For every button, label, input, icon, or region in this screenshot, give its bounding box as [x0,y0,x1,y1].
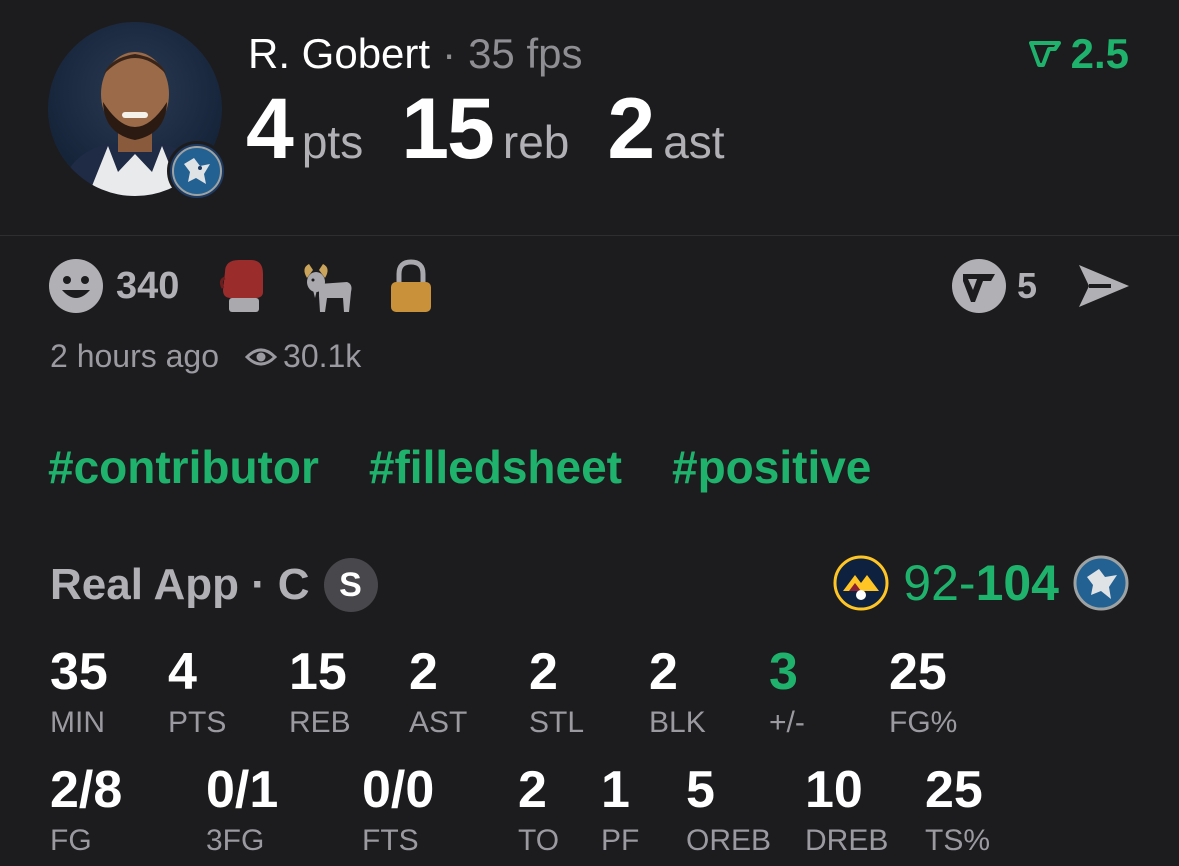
stat-pf: 1 PF [601,764,639,858]
stat-value: 2 [649,643,678,701]
stat-value: 35 [50,643,108,701]
stat-fg: 2/8 FG [50,764,122,858]
stat-fts: 0/0 FTS [362,764,434,858]
game-score[interactable]: 92-104 [833,554,1129,612]
timberwolves-logo-icon [1073,555,1129,611]
post-meta: 2 hours ago 30.1k [50,338,361,375]
stat-to: 2 TO [518,764,559,858]
hashtag-filledsheet[interactable]: #filledsheet [369,440,622,494]
stat-label: FTS [362,824,419,857]
post-time: 2 hours ago [50,338,220,374]
stat-label: +/- [769,706,805,739]
stat-value: 4 [168,643,197,701]
headline-rebounds-unit: reb [502,116,570,168]
stat-label: REB [289,706,351,739]
stat-label: 3FG [206,824,265,857]
team-badge-icon [167,141,227,201]
stat-label: TS% [925,824,991,857]
stat-label: TO [518,824,560,857]
stat-label: STL [529,706,585,739]
stat-value: 1 [601,761,630,819]
repost-icon[interactable] [951,258,1007,314]
hashtag-positive[interactable]: #positive [672,440,871,494]
headline-stats: 4 pts 15 reb 2 ast [246,86,763,172]
game-source: Real App · C S [50,558,378,612]
goat-icon[interactable] [299,258,355,314]
stat-value: 2 [529,643,558,701]
headline-rebounds-value: 15 [401,81,495,177]
source-app: Real App [50,560,240,609]
lock-icon[interactable] [389,258,433,314]
away-score: 92- [903,555,976,611]
starter-badge: S [323,558,378,612]
rating-icon [1028,41,1061,67]
headline-points-value: 4 [246,81,294,177]
home-score: 104 [975,555,1059,611]
rating-value: 2.5 [1070,30,1129,77]
player-header: R. Gobert · 35 fps [248,30,583,78]
stat-label: PTS [168,706,227,739]
stat-value: 3 [769,643,798,701]
stat-value: 5 [686,761,715,819]
separator-dot: · [442,30,457,77]
stat-pts: 4 PTS [168,646,226,740]
stat-value: 25 [889,643,947,701]
stat-stl: 2 STL [529,646,584,740]
fantasy-points: 35 fps [468,30,583,77]
stat-label: FG% [889,706,958,739]
send-icon[interactable] [1077,261,1131,311]
headline-assists-value: 2 [607,81,655,177]
stat-fg-pct: 25 FG% [889,646,957,740]
stat-label: PF [601,824,640,857]
stat-label: DREB [805,824,889,857]
boxing-glove-icon[interactable] [219,258,265,314]
stat-label: BLK [649,706,706,739]
stat-value: 2 [409,643,438,701]
views: 30.1k [245,338,361,375]
nuggets-logo-icon [833,555,889,611]
stat-value: 10 [805,761,863,819]
hashtag-list: #contributor #filledsheet #positive [48,440,871,494]
share-bar: 5 [951,258,1131,314]
stat-value: 0/1 [206,761,279,819]
score-text: 92-104 [903,554,1059,612]
stat-label: AST [409,706,468,739]
player-name[interactable]: R. Gobert [248,30,430,77]
headline-points-unit: pts [301,116,364,168]
stat-value: 15 [289,643,347,701]
separator-dot: · [251,560,266,609]
stat-ts-pct: 25 TS% [925,764,990,858]
stat-value: 2 [518,761,547,819]
smiley-reaction-icon[interactable] [48,258,104,314]
stat-value: 2/8 [50,761,123,819]
view-count: 30.1k [283,338,362,374]
stat-dreb: 10 DREB [805,764,888,858]
stat-label: OREB [686,824,772,857]
stat-blk: 2 BLK [649,646,706,740]
repost-count: 5 [1016,265,1037,306]
stat-plus-minus: 3 +/- [769,646,805,740]
stat-label: FG [50,824,92,857]
stat-min: 35 MIN [50,646,108,740]
rating-badge[interactable]: 2.5 [1028,30,1129,78]
stat-reb: 15 REB [289,646,351,740]
divider [0,235,1179,236]
reactions-bar: 340 [48,258,467,314]
headline-assists-unit: ast [663,116,725,168]
eye-icon [245,348,278,365]
stat-value: 25 [925,761,983,819]
stat-3fg: 0/1 3FG [206,764,278,858]
stat-oreb: 5 OREB [686,764,771,858]
player-position: C [277,560,310,609]
stat-value: 0/0 [362,761,435,819]
hashtag-contributor[interactable]: #contributor [48,440,319,494]
stat-label: MIN [50,706,105,739]
reaction-count: 340 [116,264,180,307]
stat-ast: 2 AST [409,646,467,740]
